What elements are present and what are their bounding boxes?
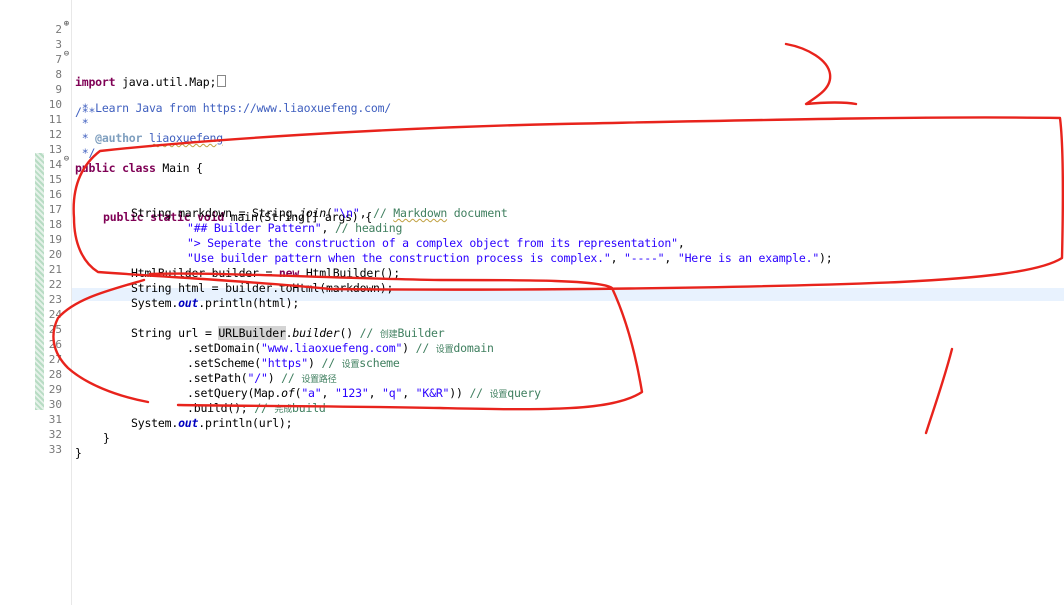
code-line[interactable]: 30 System.out.println(url); xyxy=(0,378,1064,430)
code-line[interactable]: 24 String url = URLBuilder.builder() // … xyxy=(0,288,1064,340)
code-line[interactable]: 23 xyxy=(0,273,1064,306)
code-line[interactable]: 29 .build(); // 完成build xyxy=(0,363,1064,415)
code-line[interactable]: 3 ⊕ import java.util.Map; xyxy=(0,18,1064,89)
code-line[interactable]: 2 xyxy=(0,3,1064,36)
code-line[interactable]: 22 System.out.println(html); xyxy=(0,258,1064,310)
code-text: } xyxy=(75,446,82,460)
fold-collapse-icon[interactable]: ⊖ xyxy=(62,155,71,164)
code-line[interactable]: 13 public class Main { xyxy=(0,123,1064,175)
code-line[interactable]: 26 .setScheme("https") // 设置scheme xyxy=(0,318,1064,370)
code-line[interactable]: 32 } xyxy=(0,408,1064,460)
code-line[interactable]: 17 "## Builder Pattern", // heading xyxy=(0,183,1064,235)
code-line[interactable]: 21 String html = builder.toHtml(markdown… xyxy=(0,243,1064,295)
fold-expand-icon[interactable]: ⊕ xyxy=(62,20,71,29)
code-line[interactable]: 14 xyxy=(0,138,1064,171)
code-line[interactable]: 28 .setQuery(Map.of("a", "123", "q", "K&… xyxy=(0,348,1064,400)
code-line[interactable]: 15 ⊖ public static void main(String[] ar… xyxy=(0,153,1064,225)
line-number: 33 xyxy=(48,443,62,456)
code-line[interactable]: 19 "Use builder pattern when the constru… xyxy=(0,213,1064,265)
code-line[interactable]: 8 ⊖ /** xyxy=(0,48,1064,120)
code-editor[interactable]: 2 3 ⊕ import java.util.Map; 7 8 ⊖ /** 9 … xyxy=(0,0,1064,605)
code-line[interactable]: 25 .setDomain("www.liaoxuefeng.com") // … xyxy=(0,303,1064,355)
code-line[interactable]: 12 */ xyxy=(0,108,1064,160)
code-line[interactable]: 33 xyxy=(0,423,1064,456)
code-line[interactable]: 27 .setPath("/") // 设置路径 xyxy=(0,333,1064,385)
code-line[interactable]: 31 } xyxy=(0,393,1064,445)
code-line[interactable]: 18 "> Seperate the construction of a com… xyxy=(0,198,1064,250)
fold-collapse-icon[interactable]: ⊖ xyxy=(62,50,71,59)
code-line[interactable]: 11 * @author liaoxuefeng xyxy=(0,93,1064,145)
code-line[interactable]: 16 String markdown = String.join("\n", /… xyxy=(0,168,1064,220)
code-line[interactable]: 20 HtmlBuilder builder = new HtmlBuilder… xyxy=(0,228,1064,280)
code-line[interactable]: 7 xyxy=(0,33,1064,66)
code-line[interactable]: 9 * Learn Java from https://www.liaoxuef… xyxy=(0,63,1064,115)
code-line[interactable]: 10 * xyxy=(0,78,1064,130)
